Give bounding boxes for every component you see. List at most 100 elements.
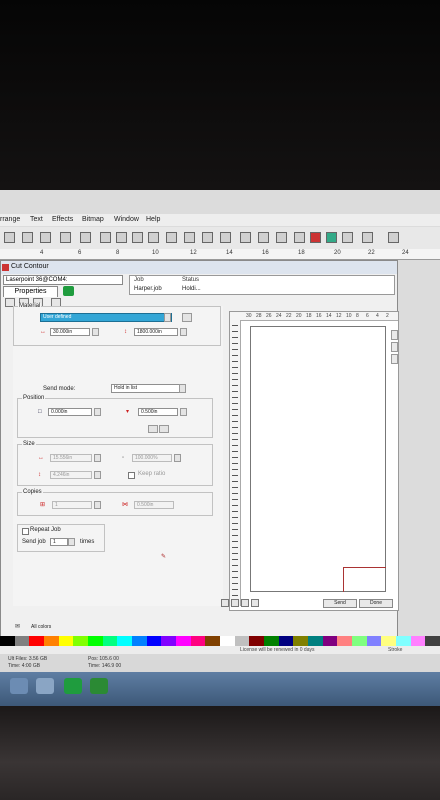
zoom-fit-icon[interactable] <box>251 599 259 607</box>
material-width-input[interactable]: 30.000in <box>50 328 90 336</box>
position-y-spinner[interactable] <box>180 408 187 416</box>
palette-swatch[interactable] <box>88 636 103 646</box>
tool-icon[interactable] <box>276 232 287 243</box>
zoom-out-icon[interactable] <box>241 599 249 607</box>
send-mode-select[interactable]: Hold in list <box>111 384 185 393</box>
menu-window[interactable]: Window <box>114 216 139 223</box>
size-width-input[interactable]: 15.556in <box>50 454 92 462</box>
taskbar-app-icon[interactable] <box>10 678 28 694</box>
palette-swatch[interactable] <box>322 636 338 646</box>
envelope-icon[interactable]: ✉ <box>15 624 27 630</box>
position-y-input[interactable]: 0.500in <box>138 408 178 416</box>
menu-bitmap[interactable]: Bitmap <box>82 216 104 223</box>
tool-icon[interactable] <box>40 232 51 243</box>
tool-icon[interactable] <box>362 232 373 243</box>
palette-swatch[interactable] <box>0 636 15 646</box>
paste-icon[interactable] <box>148 232 159 243</box>
palette-swatch[interactable] <box>278 636 294 646</box>
tool-icon[interactable] <box>22 232 33 243</box>
palette-swatch[interactable] <box>293 636 309 646</box>
material-length-input[interactable]: 1800.000in <box>134 328 178 336</box>
palette-swatch[interactable] <box>132 636 147 646</box>
send-button[interactable]: Send <box>323 599 357 608</box>
tool-icon[interactable] <box>220 232 231 243</box>
palette-swatch[interactable] <box>337 636 353 646</box>
device-select[interactable]: Laserpoint 36@COM4: <box>3 275 123 285</box>
menu-help[interactable]: Help <box>146 216 160 223</box>
palette-swatch[interactable] <box>102 636 118 646</box>
palette-swatch[interactable] <box>205 636 221 646</box>
taskbar-app-icon[interactable] <box>36 678 54 694</box>
all-colors-label[interactable]: All colors <box>31 624 51 630</box>
palette-swatch[interactable] <box>161 636 177 646</box>
plugin-icon[interactable] <box>63 286 74 296</box>
copies-count-input[interactable]: 1 <box>52 501 92 509</box>
palette-swatch[interactable] <box>381 636 397 646</box>
color-palette[interactable] <box>0 636 440 646</box>
redo-icon[interactable] <box>184 232 195 243</box>
repeat-times-spinner[interactable] <box>68 538 75 546</box>
palette-swatch[interactable] <box>44 636 59 646</box>
copy-icon[interactable] <box>132 232 143 243</box>
taskbar-app-icon[interactable] <box>64 678 82 694</box>
undo-icon[interactable] <box>166 232 177 243</box>
length-spinner[interactable] <box>180 328 187 336</box>
taskbar-app-icon[interactable] <box>90 678 108 694</box>
palette-swatch[interactable] <box>220 636 235 646</box>
done-button[interactable]: Done <box>359 599 393 608</box>
size-scale-spinner[interactable] <box>174 454 181 462</box>
palette-swatch[interactable] <box>14 636 30 646</box>
pointer-icon[interactable] <box>221 599 229 607</box>
palette-swatch[interactable] <box>73 636 89 646</box>
chevron-down-icon[interactable] <box>179 384 186 393</box>
tool-icon[interactable] <box>294 232 305 243</box>
tool-icon[interactable] <box>258 232 269 243</box>
palette-swatch[interactable] <box>425 636 440 646</box>
palette-swatch[interactable] <box>396 636 411 646</box>
tool-icon[interactable] <box>342 232 353 243</box>
palette-swatch[interactable] <box>264 636 279 646</box>
menu-arrange[interactable]: rrange <box>0 216 20 223</box>
edit-icon[interactable]: ✎ <box>161 554 167 560</box>
material-settings-icon[interactable] <box>182 313 192 322</box>
menu-effects[interactable]: Effects <box>52 216 73 223</box>
material-select[interactable]: User defined <box>40 313 172 322</box>
palette-swatch[interactable] <box>234 636 250 646</box>
size-height-input[interactable]: 4.246in <box>50 471 92 479</box>
zoom-in-icon[interactable] <box>231 599 239 607</box>
tool-icon[interactable] <box>240 232 251 243</box>
size-scale-input[interactable]: 100.000% <box>132 454 172 462</box>
tab-properties[interactable]: Properties <box>3 286 58 297</box>
palette-swatch[interactable] <box>146 636 162 646</box>
preview-scrollbar[interactable] <box>391 330 398 580</box>
printer-icon[interactable] <box>4 232 15 243</box>
size-width-spinner[interactable] <box>94 454 101 462</box>
align-icon[interactable] <box>148 425 158 433</box>
palette-swatch[interactable] <box>58 636 74 646</box>
tool-icon[interactable] <box>100 232 111 243</box>
repeat-job-checkbox[interactable] <box>22 528 29 535</box>
palette-swatch[interactable] <box>117 636 133 646</box>
job-name-cell[interactable]: Harper.job <box>134 286 162 292</box>
chevron-down-icon[interactable] <box>164 313 171 322</box>
palette-swatch[interactable] <box>190 636 206 646</box>
palette-swatch[interactable] <box>29 636 45 646</box>
keep-ratio-checkbox[interactable] <box>128 472 135 479</box>
color-icon[interactable] <box>326 232 337 243</box>
job-list[interactable]: Job Status Harper.job Holdi... <box>129 275 395 295</box>
size-height-spinner[interactable] <box>94 471 101 479</box>
tool-icon[interactable] <box>80 232 91 243</box>
palette-swatch[interactable] <box>308 636 323 646</box>
palette-swatch[interactable] <box>176 636 191 646</box>
zoom-icon[interactable] <box>310 232 321 243</box>
cut-contour-shape[interactable] <box>343 567 386 592</box>
palette-swatch[interactable] <box>366 636 382 646</box>
menu-text[interactable]: Text <box>30 216 43 223</box>
tool-icon[interactable] <box>202 232 213 243</box>
scissors-icon[interactable] <box>116 232 127 243</box>
copies-spacing-input[interactable]: 0.500in <box>134 501 174 509</box>
cut-preview[interactable]: 30 28 26 24 22 20 18 16 14 12 10 8 6 4 2 <box>229 311 399 611</box>
tool-icon[interactable] <box>388 232 399 243</box>
width-spinner[interactable] <box>92 328 99 336</box>
palette-swatch[interactable] <box>352 636 367 646</box>
